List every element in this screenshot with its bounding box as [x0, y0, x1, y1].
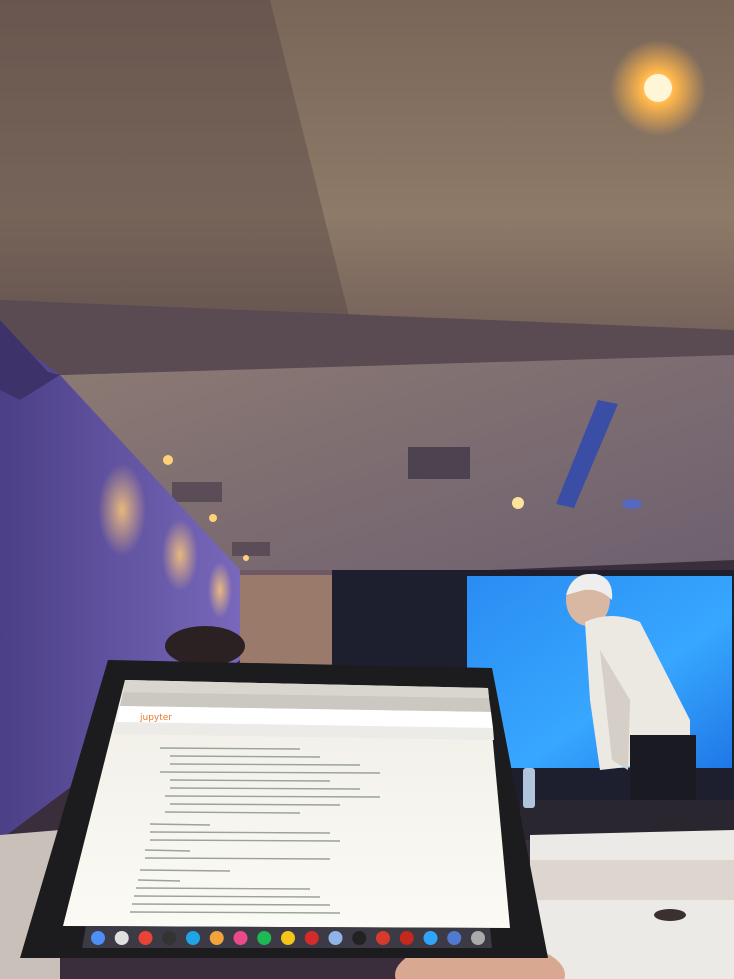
finder-icon [91, 931, 105, 945]
foreground-table-right [530, 830, 734, 979]
filezilla-icon [304, 931, 319, 945]
sublime-icon [209, 931, 224, 945]
terminal-icon [352, 931, 367, 945]
table-shadow [530, 860, 734, 900]
launchpad-icon [114, 931, 129, 945]
vent-small-2 [232, 542, 270, 556]
spot-light-4 [512, 497, 524, 509]
photoshop-icon [423, 931, 438, 945]
chrome-icon [138, 931, 153, 945]
itunes-icon [233, 931, 248, 945]
spot-light-3 [243, 555, 249, 561]
github-icon [162, 931, 177, 945]
dock-icons [91, 931, 485, 945]
water-bottle [523, 768, 535, 808]
coffee-cup [654, 909, 686, 921]
spot-light-1 [163, 455, 173, 465]
flash-icon [376, 931, 390, 945]
ceiling-lamp-core [644, 74, 672, 102]
conference-room-photo: jupyter [0, 0, 734, 979]
acrobat-icon [399, 931, 414, 945]
preview-icon [328, 931, 343, 945]
trash-icon [471, 931, 485, 945]
vent-square [408, 447, 470, 479]
skype-icon [186, 931, 200, 945]
audience-head [165, 626, 245, 666]
spotify-icon [257, 931, 272, 945]
spot-light-2 [209, 514, 217, 522]
back-wall-panel [240, 575, 335, 665]
vent-small [172, 482, 222, 502]
lightroom-icon [447, 931, 462, 945]
wall-light-1 [98, 464, 146, 556]
ceiling-sensor [622, 499, 642, 509]
wall-light-2 [162, 519, 198, 591]
wall-light-3 [208, 562, 232, 618]
chrome-canary-icon [281, 931, 295, 945]
laptop: jupyter [20, 660, 548, 958]
jupyter-logo-text: jupyter [139, 713, 172, 723]
